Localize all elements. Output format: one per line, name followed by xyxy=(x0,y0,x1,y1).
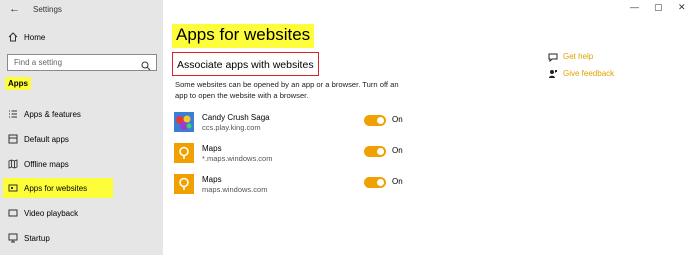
sidebar-item-default-apps[interactable]: Default apps xyxy=(0,129,163,149)
feedback-icon xyxy=(548,69,558,79)
maps-icon xyxy=(174,174,194,194)
sidebar-item-home[interactable]: Home xyxy=(0,27,163,47)
section-heading-box: Associate apps with websites xyxy=(172,52,319,76)
toggle-state-label: On xyxy=(392,146,403,155)
search-placeholder: Find a setting xyxy=(14,58,63,67)
app-name: Maps xyxy=(202,175,222,184)
title-bar: ← Settings xyxy=(0,0,163,20)
get-help-link[interactable]: Get help xyxy=(548,52,594,63)
web-app-icon xyxy=(8,183,18,193)
app-row: Maps maps.windows.com On xyxy=(174,174,414,196)
sidebar-item-label: Home xyxy=(24,32,46,42)
list-icon xyxy=(8,109,18,119)
toggle-state-label: On xyxy=(392,177,403,186)
toggle-knob xyxy=(377,148,384,155)
video-icon xyxy=(8,208,18,218)
sidebar-item-label: Offline maps xyxy=(24,159,69,169)
sidebar-item-startup[interactable]: Startup xyxy=(0,228,163,248)
help-chat-icon xyxy=(548,52,558,63)
home-icon xyxy=(8,32,18,42)
candy-crush-icon xyxy=(174,112,194,132)
minimize-button[interactable]: — xyxy=(630,2,639,12)
sidebar-item-label: Apps & features xyxy=(24,109,81,119)
sidebar-item-video-playback[interactable]: Video playback xyxy=(0,203,163,223)
section-heading: Associate apps with websites xyxy=(177,59,314,71)
search-icon[interactable] xyxy=(141,58,151,71)
app-row: Maps *.maps.windows.com On xyxy=(174,143,414,165)
back-arrow-icon[interactable]: ← xyxy=(9,3,20,15)
maximize-button[interactable]: ▢ xyxy=(654,2,663,13)
window-title: Settings xyxy=(33,5,62,14)
search-input[interactable]: Find a setting xyxy=(7,54,157,71)
sidebar-item-label: Video playback xyxy=(24,208,79,218)
app-name: Candy Crush Saga xyxy=(202,113,270,122)
app-toggle[interactable] xyxy=(364,115,386,126)
maps-icon xyxy=(174,143,194,163)
toggle-state-label: On xyxy=(392,115,403,124)
page-title-highlight: Apps for websites xyxy=(172,24,315,48)
window-controls: — ▢ ✕ xyxy=(620,2,700,16)
app-url: maps.windows.com xyxy=(202,185,268,194)
section-label-apps: Apps xyxy=(5,77,31,90)
sidebar-item-apps-features[interactable]: Apps & features xyxy=(0,104,163,124)
sidebar-item-label: Default apps xyxy=(24,134,69,144)
get-help-label: Get help xyxy=(563,52,594,61)
sidebar-item-apps-for-websites[interactable]: Apps for websites xyxy=(3,178,113,198)
startup-icon xyxy=(8,233,18,243)
app-toggle[interactable] xyxy=(364,146,386,157)
sidebar: ← Settings Home Find a setting Apps Apps… xyxy=(0,0,163,255)
map-icon xyxy=(8,159,18,169)
sidebar-item-offline-maps[interactable]: Offline maps xyxy=(0,154,163,174)
close-button[interactable]: ✕ xyxy=(678,2,686,13)
default-apps-icon xyxy=(8,134,18,144)
toggle-knob xyxy=(377,179,384,186)
app-url: ccs.play.king.com xyxy=(202,123,261,132)
app-url: *.maps.windows.com xyxy=(202,154,273,163)
app-name: Maps xyxy=(202,144,222,153)
toggle-knob xyxy=(377,117,384,124)
description-text: Some websites can be opened by an app or… xyxy=(175,80,399,100)
sidebar-item-label: Startup xyxy=(24,233,50,243)
page-title: Apps for websites xyxy=(176,25,311,44)
give-feedback-label: Give feedback xyxy=(563,69,615,78)
give-feedback-link[interactable]: Give feedback xyxy=(549,69,615,78)
sidebar-item-label: Apps for websites xyxy=(24,183,88,193)
app-row: Candy Crush Saga ccs.play.king.com On xyxy=(174,112,414,134)
app-toggle[interactable] xyxy=(364,177,386,188)
